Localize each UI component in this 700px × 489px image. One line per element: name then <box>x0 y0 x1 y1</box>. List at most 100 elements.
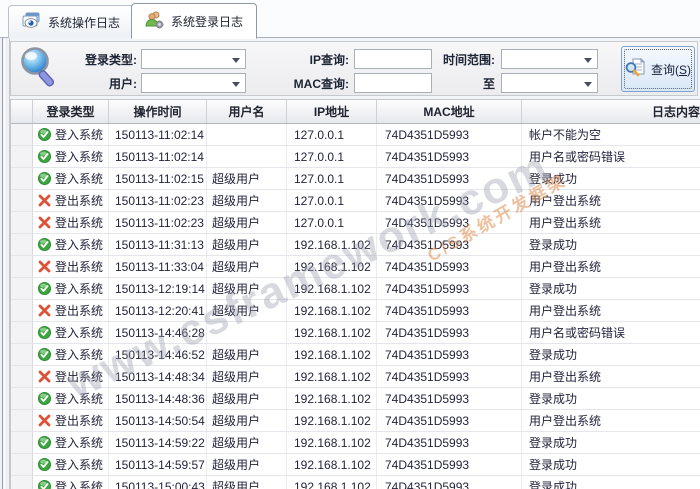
ip-address-cell: 127.0.0.1 <box>287 190 377 211</box>
ip-address-cell: 192.168.1.102 <box>287 454 377 475</box>
header-operation-time[interactable]: 操作时间 <box>109 100 207 123</box>
log-content-cell: 用户登出系统 <box>522 300 700 321</box>
left-splitter[interactable] <box>0 38 10 489</box>
table-row[interactable]: 登入系统150113-11:31:13超级用户192.168.1.10274D4… <box>11 234 700 256</box>
tab-label: 系统操作日志 <box>48 14 120 31</box>
operation-time-cell: 150113-12:19:14 <box>109 278 207 299</box>
username-cell: 超级用户 <box>207 410 287 431</box>
header-mac-address[interactable]: MAC地址 <box>377 100 522 123</box>
log-content-cell: 用户名或密码错误 <box>522 322 700 343</box>
table-row[interactable]: 登入系统150113-14:48:36超级用户192.168.1.10274D4… <box>11 388 700 410</box>
log-content-cell: 登录成功 <box>522 454 700 475</box>
login-type-cell: 登入系统 <box>33 432 109 453</box>
mac-address-cell: 74D4351D5993 <box>377 454 522 475</box>
operation-time-cell: 150113-12:20:41 <box>109 300 207 321</box>
table-row[interactable]: 登出系统150113-11:33:04超级用户192.168.1.10274D4… <box>11 256 700 278</box>
time-to-select[interactable] <box>501 73 598 93</box>
check-circle-icon <box>38 128 51 141</box>
splitter-grip-icon <box>2 38 5 489</box>
operation-time-cell: 150113-14:59:22 <box>109 432 207 453</box>
username-cell: 超级用户 <box>207 300 287 321</box>
time-from-select[interactable] <box>501 49 598 69</box>
user-select[interactable] <box>141 73 246 93</box>
header-username[interactable]: 用户名 <box>207 100 287 123</box>
ip-address-cell: 127.0.0.1 <box>287 168 377 189</box>
table-row[interactable]: 登入系统150113-11:02:14127.0.0.174D4351D5993… <box>11 124 700 146</box>
operation-time-cell: 150113-11:02:23 <box>109 190 207 211</box>
table-row[interactable]: 登出系统150113-12:20:41超级用户192.168.1.10274D4… <box>11 300 700 322</box>
operation-time-cell: 150113-15:00:43 <box>109 476 207 489</box>
row-selector-cell <box>11 410 33 431</box>
log-content-cell: 用户登出系统 <box>522 366 700 387</box>
row-selector-cell <box>11 344 33 365</box>
username-cell: 超级用户 <box>207 190 287 211</box>
table-row[interactable]: 登出系统150113-14:48:34超级用户192.168.1.10274D4… <box>11 366 700 388</box>
login-type-cell: 登入系统 <box>33 234 109 255</box>
table-row[interactable]: 登入系统150113-14:59:22超级用户192.168.1.10274D4… <box>11 432 700 454</box>
table-row[interactable]: 登入系统150113-14:46:28192.168.1.10274D4351D… <box>11 322 700 344</box>
chevron-down-icon <box>584 58 592 63</box>
ip-query-label: IP查询: <box>261 51 349 69</box>
login-type-cell: 登出系统 <box>33 212 109 233</box>
table-row[interactable]: 登入系统150113-12:19:14超级用户192.168.1.10274D4… <box>11 278 700 300</box>
operation-time-cell: 150113-11:33:04 <box>109 256 207 277</box>
table-row[interactable]: 登入系统150113-14:46:52超级用户192.168.1.10274D4… <box>11 344 700 366</box>
table-row[interactable]: 登入系统150113-11:02:15超级用户127.0.0.174D4351D… <box>11 168 700 190</box>
username-cell: 超级用户 <box>207 432 287 453</box>
log-content-cell: 登录成功 <box>522 432 700 453</box>
login-type-cell: 登入系统 <box>33 168 109 189</box>
query-button-label: 查询(S) <box>651 61 691 78</box>
mac-address-cell: 74D4351D5993 <box>377 410 522 431</box>
login-type-cell: 登出系统 <box>33 256 109 277</box>
operation-time-cell: 150113-14:48:34 <box>109 366 207 387</box>
table-row[interactable]: 登出系统150113-14:50:54超级用户192.168.1.10274D4… <box>11 410 700 432</box>
log-content-cell: 登录成功 <box>522 168 700 189</box>
header-log-content[interactable]: 日志内容 <box>522 100 700 123</box>
row-selector-cell <box>11 212 33 233</box>
table-row[interactable]: 登入系统150113-14:59:57超级用户192.168.1.10274D4… <box>11 454 700 476</box>
operation-time-cell: 150113-14:46:52 <box>109 344 207 365</box>
row-selector-cell <box>11 168 33 189</box>
search-filter-panel: 登录类型: IP查询: 时间范围: 用户: MAC查询: 至 <box>10 41 698 96</box>
tab-system-login-log[interactable]: 系统登录日志 <box>131 3 257 39</box>
tab-system-operation-log[interactable]: 系统操作日志 <box>8 5 134 38</box>
table-row[interactable]: 登出系统150113-11:02:23超级用户127.0.0.174D4351D… <box>11 190 700 212</box>
check-circle-icon <box>38 282 51 295</box>
query-button[interactable]: 查询(S) <box>621 46 695 92</box>
table-row[interactable]: 登出系统150113-11:02:23超级用户127.0.0.174D4351D… <box>11 212 700 234</box>
row-selector-cell <box>11 234 33 255</box>
username-cell: 超级用户 <box>207 212 287 233</box>
login-log-table: 登录类型 操作时间 用户名 IP地址 MAC地址 日志内容 登入系统150113… <box>10 99 700 489</box>
operation-time-cell: 150113-14:59:57 <box>109 454 207 475</box>
login-type-cell: 登入系统 <box>33 476 109 489</box>
chevron-down-icon <box>232 58 240 63</box>
query-doc-magnifier-icon <box>625 58 646 80</box>
ip-address-cell: 192.168.1.102 <box>287 388 377 409</box>
operation-time-cell: 150113-11:02:14 <box>109 124 207 145</box>
log-content-cell: 登录成功 <box>522 234 700 255</box>
row-selector-cell <box>11 278 33 299</box>
table-row[interactable]: 登入系统150113-15:00:43超级用户192.168.1.10274D4… <box>11 476 700 489</box>
search-magnifier-icon <box>17 45 61 96</box>
table-row[interactable]: 登入系统150113-11:02:14127.0.0.174D4351D5993… <box>11 146 700 168</box>
operation-time-cell: 150113-11:02:15 <box>109 168 207 189</box>
header-login-type[interactable]: 登录类型 <box>33 100 109 123</box>
row-selector-cell <box>11 454 33 475</box>
ip-address-cell: 192.168.1.102 <box>287 432 377 453</box>
mac-address-cell: 74D4351D5993 <box>377 190 522 211</box>
cross-icon <box>38 370 51 383</box>
mac-address-cell: 74D4351D5993 <box>377 322 522 343</box>
header-ip-address[interactable]: IP地址 <box>287 100 377 123</box>
check-circle-icon <box>38 392 51 405</box>
login-type-select[interactable] <box>141 49 246 69</box>
chevron-down-icon <box>584 82 592 87</box>
log-content-cell: 登录成功 <box>522 278 700 299</box>
check-circle-icon <box>38 458 51 471</box>
mac-address-cell: 74D4351D5993 <box>377 234 522 255</box>
log-content-cell: 用户登出系统 <box>522 212 700 233</box>
username-cell <box>207 146 287 167</box>
ip-address-cell: 192.168.1.102 <box>287 234 377 255</box>
time-range-label: 时间范围: <box>401 51 495 69</box>
row-selector-cell <box>11 476 33 489</box>
row-selector-cell <box>11 256 33 277</box>
